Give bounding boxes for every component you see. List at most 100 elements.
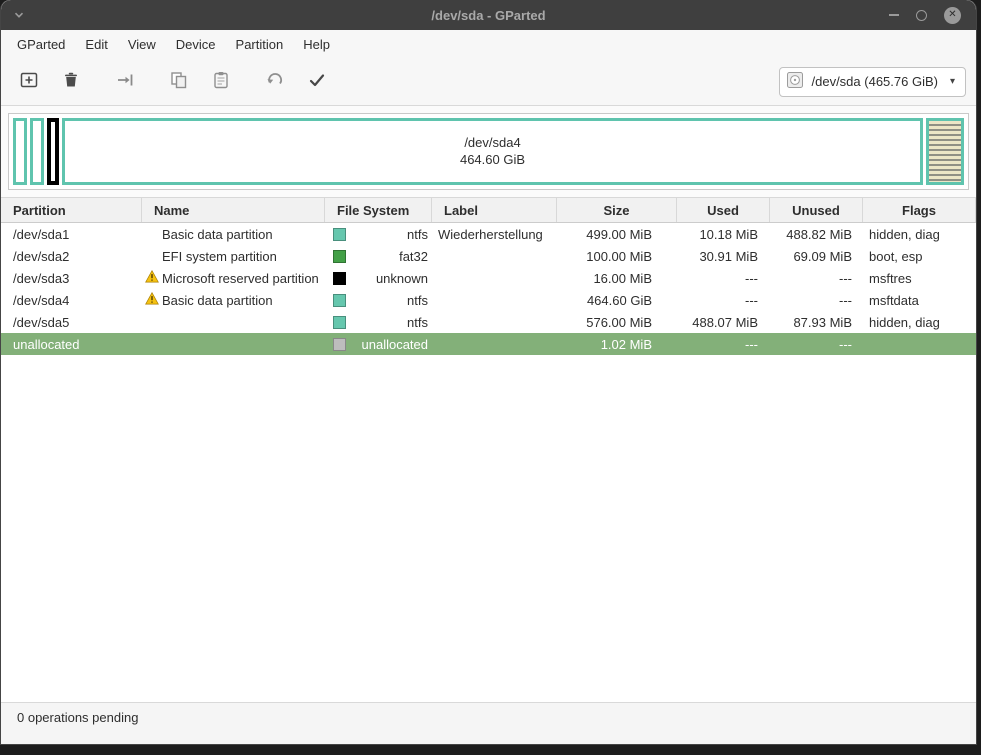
used-cell: --- — [745, 270, 758, 286]
statusbar: 0 operations pending — [1, 702, 976, 744]
flags-cell: boot, esp — [869, 248, 923, 264]
used-cell: --- — [745, 292, 758, 308]
menu-view[interactable]: View — [118, 34, 166, 55]
partition-cell: /dev/sda5 — [13, 314, 70, 330]
partition-cell: /dev/sda3 — [13, 270, 70, 286]
device-selector[interactable]: /dev/sda (465.76 GiB) ▾ — [778, 66, 966, 97]
copy-button[interactable] — [161, 65, 197, 99]
column-header-size: Size — [557, 198, 677, 222]
copy-icon — [169, 70, 189, 93]
fs-color-swatch — [333, 293, 346, 307]
minimize-button[interactable] — [889, 14, 899, 16]
name-cell — [142, 314, 325, 330]
menu-edit[interactable]: Edit — [75, 34, 117, 55]
menu-gparted[interactable]: GParted — [7, 34, 75, 55]
window-title: /dev/sda - GParted — [431, 7, 546, 23]
partition-cell: /dev/sda4 — [13, 292, 70, 308]
name-cell — [142, 336, 325, 352]
close-icon: ✕ — [944, 6, 961, 24]
restore-icon — [916, 9, 927, 21]
table-row[interactable]: unallocated unallocated 1.02 MiB --- --- — [1, 333, 976, 355]
disk-segment-size: 464.60 GiB — [459, 151, 526, 167]
filesystem-cell: fat32 — [325, 249, 432, 264]
fs-color-swatch — [333, 249, 346, 263]
window-controls: ✕ — [889, 6, 976, 24]
size-cell: 100.00 MiB — [586, 248, 652, 264]
resize-arrow-icon — [115, 70, 135, 93]
paste-button[interactable] — [203, 65, 239, 99]
partition-table-body: /dev/sda1 Basic data partition ntfs Wied… — [1, 223, 976, 702]
size-cell: 464.60 GiB — [586, 292, 652, 308]
new-partition-button[interactable] — [11, 65, 47, 99]
unused-cell: --- — [839, 270, 852, 286]
table-row[interactable]: /dev/sda2 EFI system partition fat32 100… — [1, 245, 976, 267]
minimize-icon — [889, 14, 899, 16]
name-cell: Basic data partition — [142, 292, 325, 308]
fs-color-swatch — [333, 227, 346, 241]
size-cell: 576.00 MiB — [586, 314, 652, 330]
menu-device[interactable]: Device — [166, 34, 226, 55]
paste-icon — [211, 70, 231, 93]
unused-cell: 87.93 MiB — [793, 314, 852, 330]
filesystem-cell: ntfs — [325, 315, 432, 330]
fs-color-swatch — [333, 337, 346, 351]
used-cell: 30.91 MiB — [699, 248, 758, 264]
unused-cell: --- — [839, 336, 852, 352]
unused-cell: 69.09 MiB — [793, 248, 852, 264]
size-cell: 1.02 MiB — [600, 336, 652, 352]
disk-visual-panel: /dev/sda4 464.60 GiB — [1, 106, 976, 197]
name-cell: EFI system partition — [162, 248, 277, 264]
disk-segment[interactable] — [30, 118, 44, 185]
titlebar: /dev/sda - GParted ✕ — [1, 0, 976, 30]
menu-partition[interactable]: Partition — [226, 34, 294, 55]
dropdown-caret-icon: ▾ — [949, 76, 955, 87]
flags-cell: hidden, diag — [869, 226, 940, 242]
warning-icon — [145, 292, 159, 308]
resize-move-button[interactable] — [107, 65, 143, 99]
filesystem-cell: ntfs — [325, 227, 432, 242]
column-header-name: Name — [142, 198, 325, 222]
disk-segment[interactable] — [926, 118, 964, 185]
partition-cell: /dev/sda1 — [13, 226, 70, 242]
table-row[interactable]: /dev/sda1 Basic data partition ntfs Wied… — [1, 223, 976, 245]
undo-button[interactable] — [257, 65, 293, 99]
size-cell: 16.00 MiB — [593, 270, 652, 286]
label-cell: Wiederherstellung — [438, 226, 543, 242]
flags-cell: msftdata — [869, 292, 919, 308]
column-header-label: Label — [432, 198, 557, 222]
table-row[interactable]: /dev/sda4 Basic data partition ntfs 464.… — [1, 289, 976, 311]
filesystem-cell: unallocated — [325, 337, 432, 352]
menubar: GParted Edit View Device Partition Help — [1, 30, 976, 58]
menu-help[interactable]: Help — [293, 34, 340, 55]
disk-visual-frame: /dev/sda4 464.60 GiB — [8, 113, 969, 190]
unused-cell: --- — [839, 292, 852, 308]
restore-button[interactable] — [916, 9, 927, 21]
checkmark-icon — [307, 70, 327, 93]
name-cell: Basic data partition — [162, 226, 273, 242]
disk-segment[interactable]: /dev/sda4 464.60 GiB — [62, 118, 923, 185]
partition-cell: /dev/sda2 — [13, 248, 70, 264]
disk-segment[interactable] — [47, 118, 59, 185]
toolbar: /dev/sda (465.76 GiB) ▾ — [1, 58, 976, 106]
partition-cell: unallocated — [13, 336, 80, 352]
close-button[interactable]: ✕ — [944, 6, 961, 24]
used-cell: --- — [745, 336, 758, 352]
column-header-filesystem: File System — [325, 198, 432, 222]
flags-cell: hidden, diag — [869, 314, 940, 330]
delete-partition-button[interactable] — [53, 65, 89, 99]
disk-segment-label: /dev/sda4 — [464, 134, 521, 150]
fs-color-swatch — [333, 315, 346, 329]
new-partition-icon — [19, 70, 39, 93]
table-row[interactable]: /dev/sda3 Microsoft reserved partition u… — [1, 267, 976, 289]
flags-cell: msftres — [869, 270, 912, 286]
window-menu-icon[interactable] — [13, 9, 25, 21]
undo-icon — [265, 70, 285, 93]
disk-segment[interactable] — [13, 118, 27, 185]
table-row[interactable]: /dev/sda5 ntfs 576.00 MiB 488.07 MiB 87.… — [1, 311, 976, 333]
partition-table-header: Partition Name File System Label Size Us… — [1, 197, 976, 223]
apply-button[interactable] — [299, 65, 335, 99]
warning-icon — [145, 270, 159, 286]
filesystem-cell: ntfs — [325, 293, 432, 308]
size-cell: 499.00 MiB — [586, 226, 652, 242]
disk-drive-icon — [786, 71, 804, 92]
